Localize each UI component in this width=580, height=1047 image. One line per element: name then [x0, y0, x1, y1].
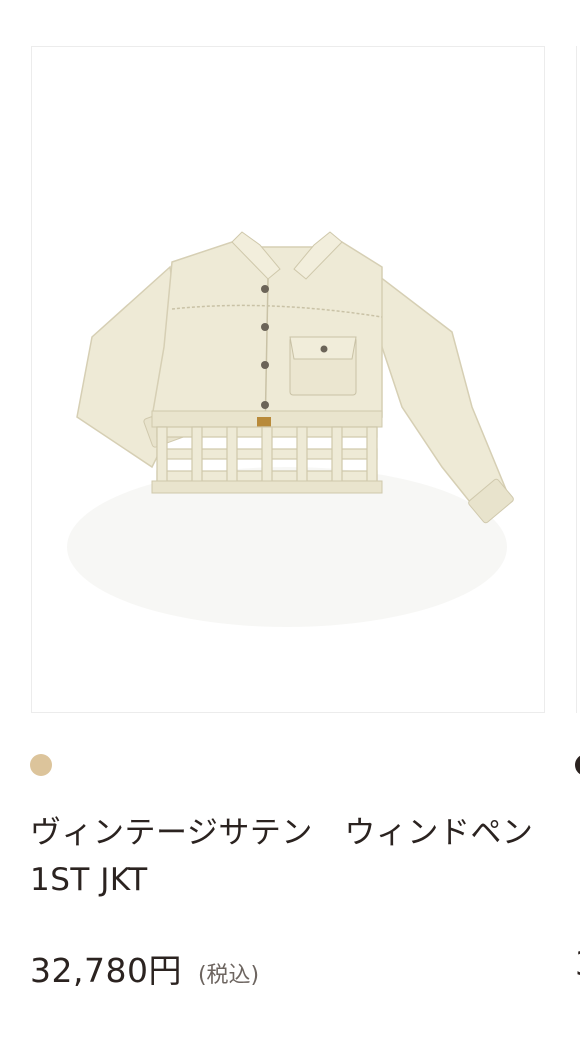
price-row: 32,780円 (税込): [30, 944, 259, 994]
next-product-price: 3: [575, 944, 580, 984]
next-product-image[interactable]: [576, 46, 580, 713]
jacket-image: [67, 231, 514, 627]
color-swatch[interactable]: [30, 754, 52, 776]
product-price: 32,780円: [30, 951, 182, 990]
product-title[interactable]: ヴィンテージサテン ウィンドペン1ST JKT: [30, 810, 550, 904]
product-card[interactable]: ヴィンテージサテン ウィンドペン1ST JKT 32,780円 (税込): [0, 0, 580, 1047]
product-image[interactable]: [31, 46, 545, 713]
tax-note: (税込): [197, 963, 260, 988]
